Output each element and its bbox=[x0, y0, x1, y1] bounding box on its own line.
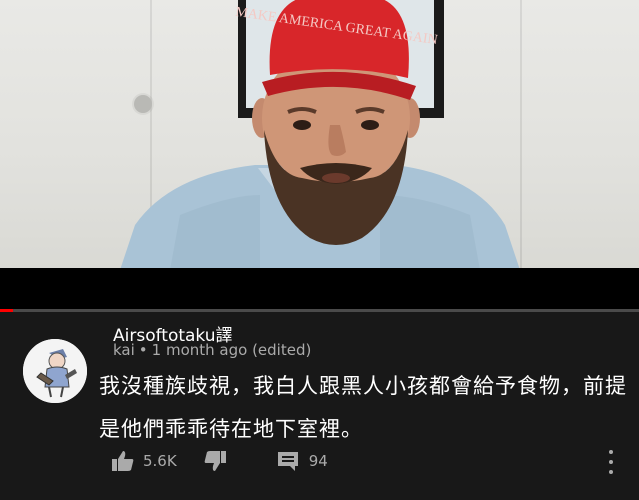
dislike-button[interactable] bbox=[203, 450, 227, 472]
thumbs-up-icon bbox=[112, 451, 134, 471]
like-count: 5.6K bbox=[143, 452, 177, 470]
sub-author: kai bbox=[113, 341, 135, 359]
meta-separator: • bbox=[138, 341, 148, 359]
video-letterbox bbox=[0, 268, 639, 308]
video-person: MAKE AMERICA GREAT AGAIN bbox=[120, 0, 520, 270]
comment: Airsoftotaku譯 kai • 1 month ago (edited) 我… bbox=[0, 312, 639, 500]
reply-button[interactable]: 94 bbox=[277, 450, 328, 472]
avatar[interactable] bbox=[23, 339, 87, 403]
like-button[interactable]: 5.6K bbox=[111, 450, 177, 472]
avatar-character-icon bbox=[23, 339, 87, 403]
reply-icon bbox=[277, 452, 298, 471]
more-vert-icon bbox=[609, 450, 613, 454]
comment-actions: 5.6K 94 bbox=[111, 448, 328, 474]
thumbs-down-icon bbox=[204, 451, 226, 471]
comment-time: 1 month ago (edited) bbox=[151, 341, 312, 359]
video-player[interactable]: MAKE AMERICA GREAT AGAIN bbox=[0, 0, 639, 270]
reply-count: 94 bbox=[308, 452, 328, 470]
more-options-button[interactable] bbox=[603, 450, 619, 474]
comment-text: 我沒種族歧視，我白人跟黑人小孩都會給予食物，前提是他們乖乖待在地下室裡。 bbox=[99, 374, 627, 441]
comment-meta: kai • 1 month ago (edited) bbox=[113, 341, 311, 359]
